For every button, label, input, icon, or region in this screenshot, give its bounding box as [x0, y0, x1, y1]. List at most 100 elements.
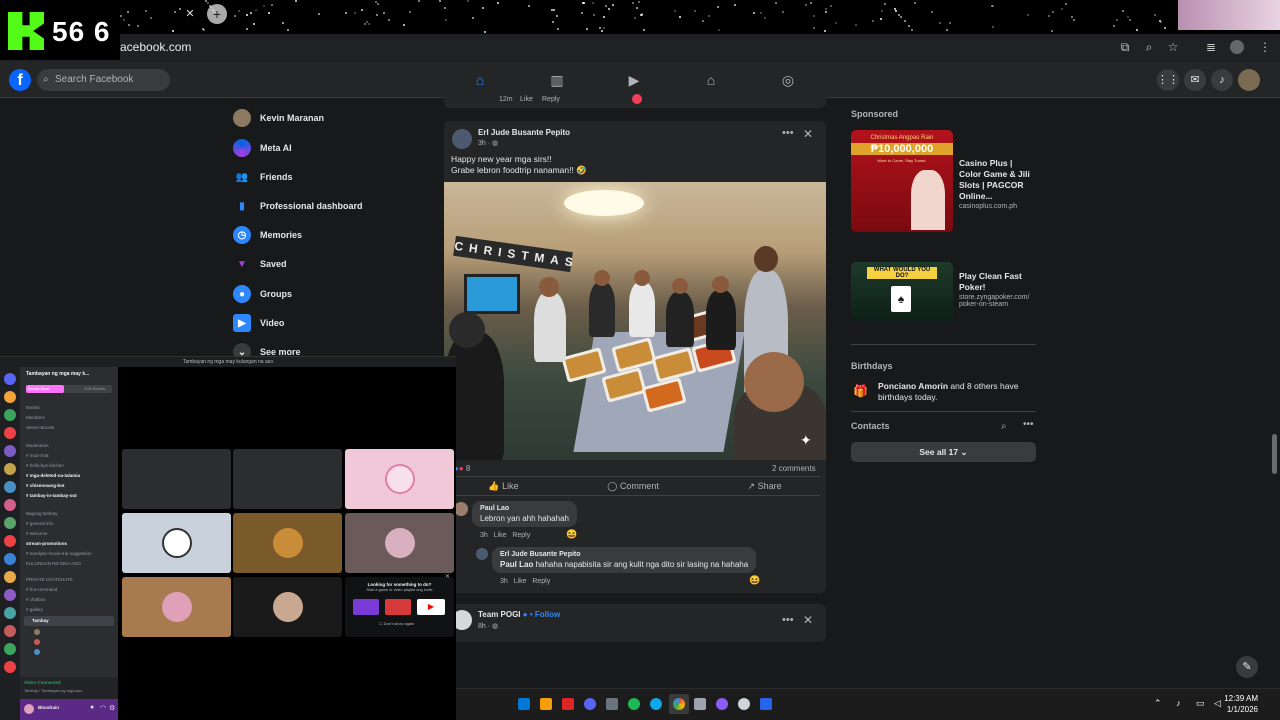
marketplace-tab-icon[interactable]: ⌂ [701, 70, 721, 90]
tray-chevron-icon[interactable]: ⌃ [1154, 698, 1162, 709]
server-icon[interactable] [4, 499, 16, 511]
app-icon[interactable] [716, 698, 728, 710]
notifications-icon[interactable]: ♪ [1211, 69, 1233, 91]
channel-item[interactable]: Server Boosts [26, 425, 54, 430]
channel-item[interactable]: # mod-chat [26, 453, 49, 458]
edge-icon[interactable] [650, 698, 662, 710]
comment-like-link[interactable]: Like [494, 532, 507, 539]
user-avatar[interactable] [24, 704, 34, 714]
video-tile[interactable] [122, 577, 231, 637]
server-icon[interactable] [4, 427, 16, 439]
sidebar-item-professional-dashboard[interactable]: ▮ Professional dashboard [233, 194, 362, 218]
video-tile[interactable] [233, 513, 342, 573]
discord-home-icon[interactable] [4, 373, 16, 385]
search-contacts-icon[interactable]: ⌕ [1001, 421, 1007, 432]
app-icon[interactable] [738, 698, 750, 710]
settings-gear-icon[interactable]: ⚙ [109, 704, 115, 712]
mic-icon[interactable]: ♪ [1176, 698, 1181, 708]
activity-tile[interactable] [385, 599, 411, 615]
author-avatar[interactable] [452, 129, 472, 149]
video-tile[interactable] [122, 513, 231, 573]
chrome-icon[interactable] [673, 698, 685, 710]
channel-category[interactable]: Moderation [26, 443, 49, 448]
activity-tile[interactable] [353, 599, 379, 615]
sidebar-item-groups[interactable]: ● Groups [233, 282, 292, 306]
zoom-icon[interactable]: ⌕ [1142, 40, 1156, 54]
display-icon[interactable]: ▭ [1196, 698, 1205, 709]
profile-icon[interactable] [1230, 40, 1244, 54]
sidebar-item-friends[interactable]: 👥 Friends [233, 165, 293, 189]
ad-zynga-poker[interactable]: WHAT WOULD YOU DO? ♠ Play Clean Fast Pok… [851, 262, 1036, 322]
groups-tab-icon[interactable]: ◎ [778, 70, 798, 90]
app-icon[interactable] [606, 698, 618, 710]
boost-goal-bar[interactable]: Boost Goal 9/20 Boosts [26, 385, 112, 393]
server-icon[interactable] [4, 409, 16, 421]
channel-item[interactable]: # bot-command [26, 587, 57, 592]
more-options-icon[interactable]: ••• [782, 127, 794, 139]
server-icon[interactable] [4, 607, 16, 619]
comment-reply-link[interactable]: Reply [532, 578, 550, 585]
channel-item[interactable]: # chatbox [26, 597, 46, 602]
volume-icon[interactable]: ◁ [1214, 698, 1221, 709]
server-icon[interactable] [4, 553, 16, 565]
video-tile[interactable] [345, 449, 454, 509]
voice-status-channel[interactable]: Tambay / Tambayan-ng-mga-aso [24, 688, 82, 693]
comment-reply-link[interactable]: Reply [512, 532, 530, 539]
video-tab-icon[interactable]: ▶ [624, 70, 644, 90]
app-icon[interactable] [562, 698, 574, 710]
server-icon[interactable] [4, 625, 16, 637]
youtube-icon[interactable]: ▶ [417, 599, 445, 615]
home-tab-icon[interactable]: ⌂ [470, 70, 490, 90]
star-icon[interactable]: ☆ [1166, 40, 1180, 54]
channel-item[interactable]: # tambay-in-tambay-out [26, 493, 77, 498]
server-icon[interactable] [4, 589, 16, 601]
comment-like-link[interactable]: Like [514, 578, 527, 585]
server-icon[interactable] [4, 517, 16, 529]
close-tab-icon[interactable]: ✕ [183, 7, 197, 21]
url-text[interactable]: acebook.com [120, 40, 191, 54]
mic-icon[interactable]: ● [90, 704, 94, 711]
channel-item[interactable]: # mga-deleted-na-talamia [26, 473, 80, 478]
page-scrollbar[interactable] [1272, 434, 1277, 474]
app-icon[interactable] [760, 698, 772, 710]
server-name[interactable]: Tambayan ng mga may k... [26, 371, 89, 377]
sidebar-item-profile[interactable]: Kevin Maranan [233, 106, 324, 130]
share-button[interactable]: ↗ Share [748, 481, 782, 492]
spotify-icon[interactable] [628, 698, 640, 710]
server-icon[interactable] [4, 463, 16, 475]
app-icon[interactable] [540, 698, 552, 710]
comment-reply-link[interactable]: Reply [542, 96, 560, 103]
menu-icon[interactable]: ⋮ [1258, 40, 1272, 54]
app-icon[interactable] [694, 698, 706, 710]
discord-taskbar-icon[interactable] [584, 698, 596, 710]
channel-item[interactable]: Events [26, 405, 40, 410]
dont-show-checkbox[interactable]: ☐ Don't show again [379, 621, 414, 626]
video-tile[interactable] [233, 577, 342, 637]
video-tile[interactable] [233, 449, 342, 509]
voice-user-avatar[interactable] [34, 649, 40, 655]
channel-item[interactable]: # general info [26, 521, 53, 526]
post-time[interactable]: 8h · [478, 623, 492, 630]
channel-item[interactable]: stream-promotions [26, 541, 67, 546]
voice-user-avatar[interactable] [34, 629, 40, 635]
birthday-text[interactable]: Ponciano Amorin and 8 others have birthd… [878, 381, 1036, 403]
channel-item[interactable]: # nandyan-movie-trip-suggestion [26, 551, 92, 556]
facebook-logo-icon[interactable]: f [9, 69, 31, 91]
follow-button[interactable]: • Follow [530, 610, 560, 619]
more-options-icon[interactable]: ••• [1023, 419, 1034, 430]
channel-item[interactable]: # welcome [26, 531, 48, 536]
server-icon[interactable] [4, 481, 16, 493]
comments-count[interactable]: 2 comments [772, 464, 816, 473]
channel-item[interactable]: # hello-bye-kitchen [26, 463, 64, 468]
address-bar[interactable]: acebook.com ⧉ ⌕ ☆ ≣ ⋮ [0, 34, 1280, 62]
media-icon[interactable]: ≣ [1204, 40, 1218, 54]
channel-item[interactable]: Members [26, 415, 45, 420]
start-icon[interactable] [518, 698, 530, 710]
close-icon[interactable]: ✕ [445, 573, 450, 580]
like-button[interactable]: 👍 Like [488, 481, 518, 492]
commenter-name[interactable]: Erl Jude Busante Pepito [500, 551, 748, 558]
video-tile[interactable] [345, 513, 454, 573]
system-clock[interactable]: 12:39 AM 1/1/2026 [1224, 693, 1258, 715]
commenter-avatar[interactable] [454, 502, 468, 516]
window-controls[interactable] [1178, 0, 1280, 30]
